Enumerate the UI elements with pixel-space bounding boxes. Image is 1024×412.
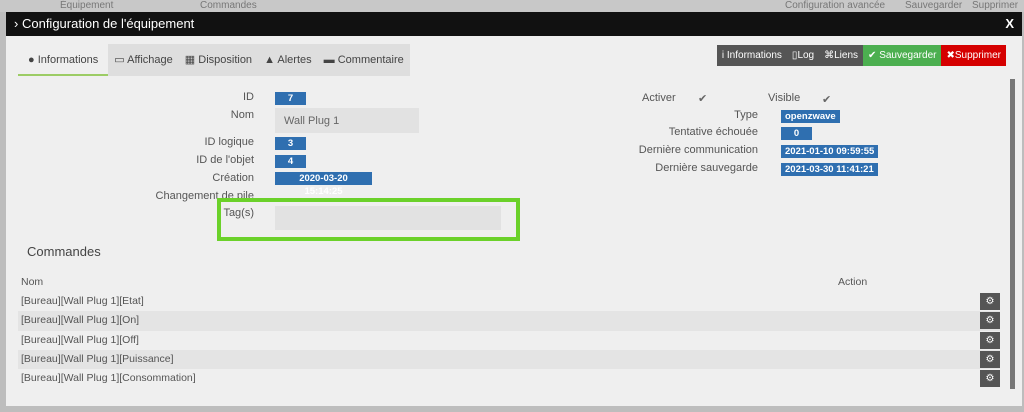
modal-title: Configuration de l'équipement: [21, 16, 195, 31]
table-row: [Bureau][Wall Plug 1][Puissance] ⚙: [18, 349, 1000, 370]
object-id-value: 4: [275, 155, 306, 168]
tab-alertes[interactable]: ▲ Alertes: [258, 44, 318, 76]
warning-icon: ▲: [264, 54, 275, 66]
chevron-right-icon: ›: [14, 16, 19, 31]
informations-button[interactable]: i Informations: [716, 45, 787, 66]
command-name: [Bureau][Wall Plug 1][Consommation]: [21, 372, 196, 385]
failed-value: 0: [781, 127, 812, 140]
col-nom: Nom: [21, 276, 44, 288]
tab-label: Alertes: [277, 54, 312, 66]
last-comm-label: Dernière communication: [638, 144, 758, 156]
modal-body: ● Informations ▭ Affichage ▦ Disposition…: [6, 36, 1022, 406]
command-name: [Bureau][Wall Plug 1][Puissance]: [21, 352, 174, 365]
grid-icon: ▦: [184, 54, 196, 66]
monitor-icon: ▭: [114, 54, 125, 66]
gears-icon[interactable]: ⚙: [980, 350, 1000, 368]
tab-label: Commentaire: [337, 54, 404, 66]
type-label: Type: [734, 109, 758, 121]
close-icon: ✖: [946, 50, 955, 61]
table-row: [Bureau][Wall Plug 1][Etat] ⚙: [18, 292, 1000, 311]
bg-text: Équipement: [60, 0, 114, 11]
creation-value: 2020-03-20 15:14:25: [275, 172, 372, 197]
background-page: Équipement Commandes Configuration avanc…: [0, 0, 1024, 12]
visible-label: Visible: [768, 92, 801, 104]
log-button[interactable]: ▯Log: [786, 45, 820, 66]
bg-text: Sauvegarder: [905, 0, 963, 11]
modal-header: › Configuration de l'équipement X: [6, 12, 1022, 36]
save-button[interactable]: ✔ Sauvegarder: [863, 45, 942, 66]
gears-icon[interactable]: ⚙: [980, 293, 1000, 310]
nom-input[interactable]: [275, 108, 419, 133]
logical-id-value: 3: [275, 137, 306, 150]
button-label: Sauvegarder: [879, 50, 937, 61]
bg-text: Supprimer: [972, 0, 1019, 11]
liens-button[interactable]: ⌘Liens: [819, 45, 864, 66]
info-circle-icon: ●: [28, 54, 35, 66]
button-label: Log: [797, 50, 815, 61]
logical-id-label: ID logique: [204, 136, 254, 148]
activer-checkbox[interactable]: ✔: [698, 92, 707, 105]
creation-label: Création: [212, 172, 254, 184]
tab-affichage[interactable]: ▭ Affichage: [108, 44, 179, 76]
info-icon: i: [721, 50, 725, 61]
close-button[interactable]: X: [1005, 12, 1014, 36]
id-value: 7: [275, 92, 306, 105]
last-save-label: Dernière sauvegarde: [655, 162, 758, 174]
id-label: ID: [243, 91, 254, 103]
tab-disposition[interactable]: ▦ Disposition: [179, 44, 258, 76]
action-buttons: i Informations ▯Log ⌘Liens ✔ Sauvegarder…: [716, 45, 1006, 66]
activer-label: Activer: [642, 92, 676, 104]
col-action: Action: [838, 276, 868, 288]
object-id-label: ID de l'objet: [196, 154, 254, 166]
button-label: Liens: [834, 50, 859, 61]
tab-bar: ● Informations ▭ Affichage ▦ Disposition…: [18, 44, 410, 76]
commands-title: Commandes: [27, 244, 101, 259]
nom-label: Nom: [230, 109, 254, 121]
command-name: [Bureau][Wall Plug 1][Off]: [21, 333, 139, 346]
gears-icon[interactable]: ⚙: [980, 331, 1000, 349]
bg-text: Configuration avancée: [785, 0, 886, 11]
tags-input[interactable]: [275, 206, 501, 230]
tab-label: Affichage: [127, 54, 173, 66]
table-row: [Bureau][Wall Plug 1][On] ⚙: [18, 311, 1000, 331]
bg-text: Commandes: [200, 0, 257, 11]
scrollbar[interactable]: [1010, 79, 1015, 389]
visible-checkbox[interactable]: ✔: [822, 93, 831, 106]
delete-button[interactable]: ✖Supprimer: [941, 45, 1006, 66]
command-name: [Bureau][Wall Plug 1][Etat]: [21, 295, 144, 307]
comment-icon: ▬: [323, 54, 335, 66]
tags-label: Tag(s): [223, 207, 254, 219]
check-circle-icon: ✔: [868, 50, 877, 61]
gears-icon[interactable]: ⚙: [980, 312, 1000, 330]
tab-informations[interactable]: ● Informations: [18, 44, 109, 76]
gears-icon[interactable]: ⚙: [980, 370, 1000, 388]
link-icon: ⌘: [824, 50, 835, 61]
last-comm-value: 2021-01-10 09:59:55: [781, 145, 879, 158]
command-name: [Bureau][Wall Plug 1][On]: [21, 314, 140, 327]
type-value: openzwave: [781, 110, 840, 123]
tab-label: Informations: [37, 54, 99, 66]
last-save-value: 2021-03-30 11:41:21: [781, 163, 878, 176]
tab-label: Disposition: [198, 54, 253, 66]
table-row: [Bureau][Wall Plug 1][Off] ⚙: [18, 331, 1000, 350]
failed-label: Tentative échouée: [668, 126, 758, 138]
table-row: [Bureau][Wall Plug 1][Consommation] ⚙: [18, 369, 1000, 388]
commands-table: [Bureau][Wall Plug 1][Etat] ⚙ [Bureau][Wa…: [18, 292, 1000, 388]
button-label: Informations: [726, 50, 782, 61]
button-label: Supprimer: [954, 50, 1001, 61]
tab-commentaire[interactable]: ▬ Commentaire: [318, 44, 410, 76]
